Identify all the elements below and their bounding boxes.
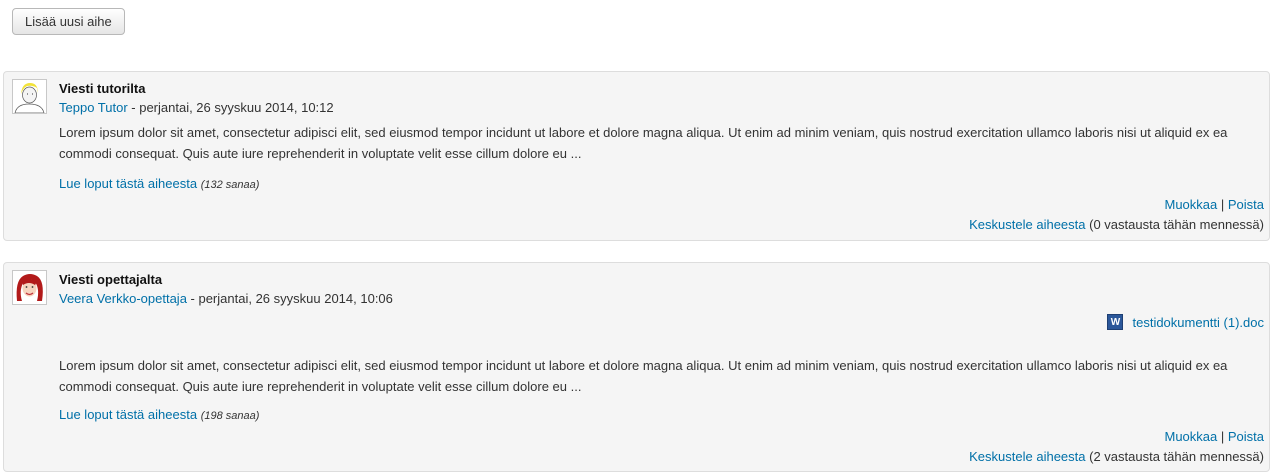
discuss-row: Keskustele aiheesta (0 vastausta tähän m… <box>969 217 1264 232</box>
discuss-link[interactable]: Keskustele aiheesta <box>969 217 1085 232</box>
delete-link[interactable]: Poista <box>1228 429 1264 444</box>
post-body: Lorem ipsum dolor sit amet, consectetur … <box>59 358 1228 394</box>
forum-post: Viesti tutorilta Teppo Tutor - perjantai… <box>3 71 1270 241</box>
attachment-link[interactable]: testidokumentti (1).doc <box>1132 315 1264 330</box>
read-more-row: Lue loput tästä aiheesta (132 sanaa) <box>59 176 259 191</box>
reply-count: (2 vastausta tähän mennessä) <box>1085 449 1264 464</box>
word-count: (132 sanaa) <box>200 179 260 191</box>
author-link[interactable]: Veera Verkko-opettaja <box>59 291 187 306</box>
edit-link[interactable]: Muokkaa <box>1165 197 1218 212</box>
post-date: - perjantai, 26 syyskuu 2014, 10:12 <box>127 100 334 115</box>
edit-link[interactable]: Muokkaa <box>1165 429 1218 444</box>
attachment: W testidokumentti (1).doc <box>1107 314 1264 330</box>
word-document-icon: W <box>1107 314 1124 330</box>
read-more-link[interactable]: Lue loput tästä aiheesta <box>59 176 197 191</box>
post-commands: Muokkaa | Poista <box>1165 429 1265 444</box>
read-more-row: Lue loput tästä aiheesta (198 sanaa) <box>59 407 259 422</box>
post-byline: Veera Verkko-opettaja - perjantai, 26 sy… <box>59 291 393 306</box>
post-subject: Viesti opettajalta <box>59 272 163 287</box>
delete-link[interactable]: Poista <box>1228 197 1264 212</box>
post-date: - perjantai, 26 syyskuu 2014, 10:06 <box>186 291 393 306</box>
add-topic-button[interactable]: Lisää uusi aihe <box>12 8 125 35</box>
separator: | <box>1217 429 1228 444</box>
avatar[interactable] <box>12 79 47 114</box>
avatar[interactable] <box>12 270 47 305</box>
reply-count: (0 vastausta tähän mennessä) <box>1085 217 1264 232</box>
tutor-avatar-icon <box>13 80 46 113</box>
teacher-avatar-icon <box>13 271 46 304</box>
post-subject: Viesti tutorilta <box>59 81 146 96</box>
post-commands: Muokkaa | Poista <box>1165 197 1265 212</box>
discuss-link[interactable]: Keskustele aiheesta <box>969 449 1085 464</box>
discuss-row: Keskustele aiheesta (2 vastausta tähän m… <box>969 449 1264 464</box>
read-more-link[interactable]: Lue loput tästä aiheesta <box>59 407 197 422</box>
author-link[interactable]: Teppo Tutor <box>59 100 128 115</box>
word-count: (198 sanaa) <box>200 410 260 422</box>
post-body: Lorem ipsum dolor sit amet, consectetur … <box>59 125 1228 161</box>
post-byline: Teppo Tutor - perjantai, 26 syyskuu 2014… <box>59 100 334 115</box>
separator: | <box>1217 197 1228 212</box>
forum-post: Viesti opettajalta Veera Verkko-opettaja… <box>3 262 1270 472</box>
